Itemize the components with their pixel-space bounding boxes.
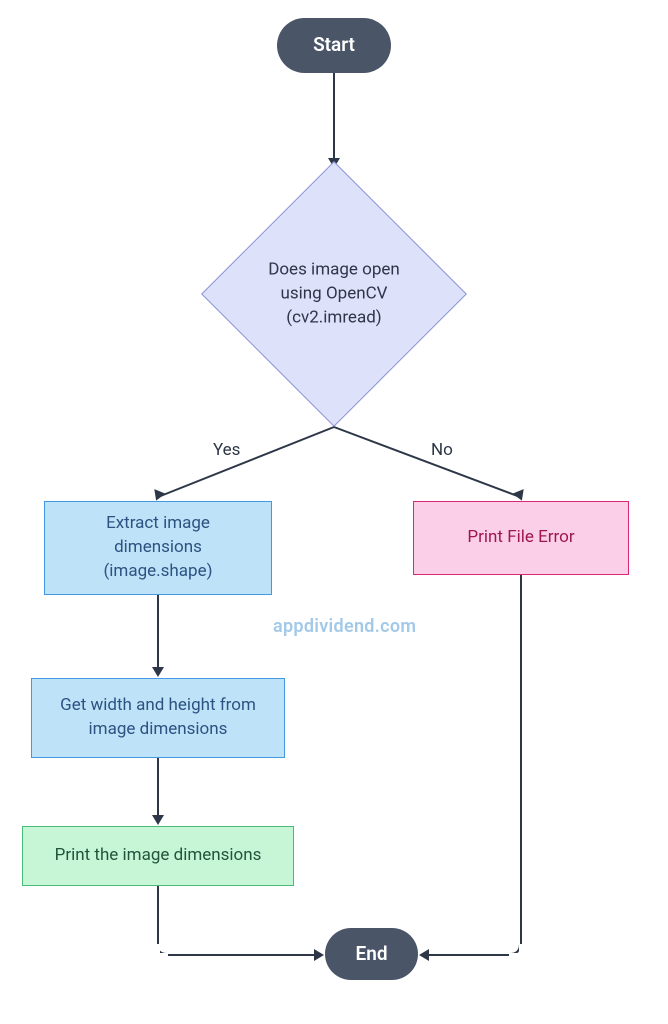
start-node: Start <box>277 18 391 73</box>
edge-start-decision <box>333 73 335 161</box>
edge-error-end-v <box>520 575 522 955</box>
decision-node: Does image open using OpenCV (cv2.imread… <box>240 200 428 388</box>
yes-label: Yes <box>210 440 243 460</box>
start-label: Start <box>313 32 355 59</box>
arrowhead-icon <box>419 949 429 961</box>
extract-line2: dimensions <box>114 537 202 557</box>
getwh-line1: Get width and height from <box>60 695 256 715</box>
error-node: Print File Error <box>413 501 629 575</box>
edge-extract-getwh <box>157 595 159 670</box>
getwh-node: Get width and height from image dimensio… <box>31 678 285 758</box>
end-label: End <box>355 941 387 968</box>
getwh-line2: image dimensions <box>89 719 228 739</box>
print-text: Print the image dimensions <box>55 844 262 868</box>
edge-getwh-print <box>157 758 159 818</box>
extract-line3: (image.shape) <box>103 561 212 581</box>
edge-print-end-h <box>157 954 317 956</box>
decision-text: Does image open using OpenCV (cv2.imread… <box>254 258 414 329</box>
arrowhead-icon <box>152 815 164 825</box>
extract-line1: Extract image <box>106 513 210 533</box>
watermark-text: appdividend.com <box>273 616 416 637</box>
print-node: Print the image dimensions <box>22 826 294 886</box>
no-label: No <box>428 440 456 460</box>
getwh-text: Get width and height from image dimensio… <box>60 694 256 742</box>
end-node: End <box>325 928 418 980</box>
edge-error-end-h <box>427 954 522 956</box>
arrowhead-icon <box>152 667 164 677</box>
decision-line2: using OpenCV <box>281 283 388 303</box>
decision-line1: Does image open <box>268 259 400 279</box>
extract-node: Extract image dimensions (image.shape) <box>44 501 272 595</box>
extract-text: Extract image dimensions (image.shape) <box>103 512 212 583</box>
arrowhead-icon <box>314 949 324 961</box>
error-text: Print File Error <box>467 526 574 550</box>
decision-line3: (cv2.imread) <box>286 307 381 327</box>
